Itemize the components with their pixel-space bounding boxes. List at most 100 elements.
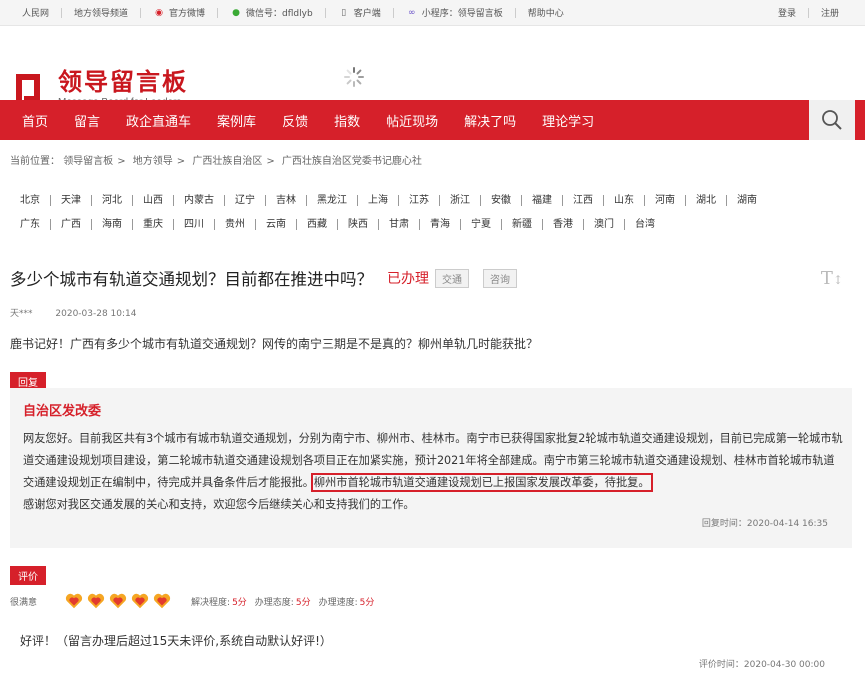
region-link[interactable]: 河北 [92, 194, 133, 206]
region-link[interactable]: 浙江 [440, 194, 481, 206]
link-weibo[interactable]: 官方微博 [169, 6, 205, 19]
link-miniprogram[interactable]: 小程序：领导留言板 [422, 6, 503, 19]
region-link[interactable]: 西藏 [297, 218, 338, 230]
region-link[interactable]: 江西 [563, 194, 604, 206]
region-link[interactable]: 香港 [543, 218, 584, 230]
satisfaction-level: 很满意 [10, 597, 38, 608]
region-link[interactable]: 辽宁 [225, 194, 266, 206]
weibo-icon: ◉ [155, 7, 163, 18]
divider [807, 7, 809, 18]
region-link[interactable]: 台湾 [625, 219, 665, 230]
divider [324, 7, 326, 18]
message-title: 多少个城市有轨道交通规划？目前都在推进中吗？ [10, 270, 373, 289]
region-link[interactable]: 福建 [522, 194, 563, 206]
nav-solved[interactable]: 解决了吗 [442, 111, 516, 130]
region-link[interactable]: 贵州 [215, 218, 256, 230]
reply-time: 回复时间：2020-04-14 16:35 [701, 519, 828, 529]
evaluation-comment: 好评！（留言办理后超过15天未评价,系统自动默认好评!） [20, 634, 332, 648]
region-link[interactable]: 山西 [133, 194, 174, 206]
eval-key: 办理态度: [254, 597, 294, 608]
nav-cases[interactable]: 案例库 [195, 111, 256, 130]
region-link[interactable]: 黑龙江 [307, 194, 358, 206]
header: 领导留言板 Message Board for Leaders [0, 26, 865, 108]
region-link[interactable]: 山东 [604, 194, 645, 206]
breadcrumb-item[interactable]: 领导留言板 [63, 156, 113, 167]
tag-traffic[interactable]: 交通 [435, 268, 469, 288]
heart-icon [109, 593, 127, 609]
nav-index[interactable]: 指数 [312, 111, 360, 130]
status-badge: 已办理 [387, 271, 429, 287]
region-link[interactable]: 重庆 [133, 218, 174, 230]
nav-feedback[interactable]: 反馈 [260, 111, 308, 130]
nav-onsite[interactable]: 帖近现场 [364, 111, 438, 130]
loading-spinner-icon [344, 67, 364, 87]
region-row: 北京 天津 河北 山西 内蒙古 辽宁 吉林 黑龙江 上海 江苏 浙江 安徽 福建 江西 山东 河南 湖北 湖南 [10, 188, 855, 212]
region-link[interactable]: 四川 [174, 218, 215, 230]
heart-icon [65, 593, 83, 609]
breadcrumb-item[interactable]: 地方领导 [133, 156, 173, 167]
link-help[interactable]: 帮助中心 [528, 6, 564, 19]
author: 天*** [10, 309, 33, 319]
register-link[interactable]: 注册 [821, 6, 839, 19]
region-link[interactable]: 甘肃 [379, 218, 420, 230]
eval-value: 5分 [359, 597, 375, 608]
evaluation-time: 评价时间：2020-04-30 00:00 [698, 660, 825, 670]
login-link[interactable]: 登录 [778, 6, 796, 19]
search-icon [822, 110, 842, 130]
region-link[interactable]: 湖北 [686, 194, 727, 206]
region-row: 广东 广西 海南 重庆 四川 贵州 云南 西藏 陕西 甘肃 青海 宁夏 新疆 香港 澳门 台湾 [10, 212, 855, 236]
region-link[interactable]: 河南 [645, 194, 686, 206]
region-link[interactable]: 青海 [420, 218, 461, 230]
link-people[interactable]: 人民网 [22, 6, 49, 19]
font-size-icon[interactable]: T↕ [821, 268, 843, 289]
link-local-leaders[interactable]: 地方领导频道 [74, 6, 128, 19]
region-link[interactable]: 广西 [51, 218, 92, 230]
breadcrumb-prefix: 当前位置： [10, 156, 60, 167]
region-link[interactable]: 江苏 [399, 194, 440, 206]
divider [217, 7, 219, 18]
region-link[interactable]: 内蒙古 [174, 194, 225, 206]
highlighted-text: 柳州市首轮城市轨道交通建设规划已上报国家发展改革委，待批复。 [310, 473, 653, 492]
nav-theory[interactable]: 理论学习 [520, 111, 594, 130]
eval-value: 5分 [295, 597, 311, 608]
region-link[interactable]: 北京 [10, 194, 51, 206]
link-app[interactable]: 客户端 [354, 6, 381, 19]
region-link[interactable]: 陕西 [338, 218, 379, 230]
region-link[interactable]: 广东 [10, 218, 51, 230]
region-link[interactable]: 海南 [92, 218, 133, 230]
region-link[interactable]: 云南 [256, 218, 297, 230]
region-link[interactable]: 安徽 [481, 194, 522, 206]
main-nav: 首页 留言 政企直通车 案例库 反馈 指数 帖近现场 解决了吗 理论学习 [0, 100, 865, 140]
breadcrumb-item[interactable]: 广西壮族自治区 [192, 156, 262, 167]
tag-inquiry[interactable]: 咨询 [483, 268, 517, 288]
nav-direct[interactable]: 政企直通车 [104, 111, 191, 130]
link-wechat[interactable]: 微信号：dfldlyb [246, 6, 313, 19]
eval-value: 5分 [232, 597, 247, 608]
evaluation-label: 评价 [10, 566, 46, 585]
region-link[interactable]: 上海 [358, 194, 399, 206]
message-title-bar: 多少个城市有轨道交通规划？目前都在推进中吗？ 已办理 交通 咨询 [10, 266, 517, 290]
search-button[interactable] [809, 100, 855, 140]
reply-text: 网友您好。目前我区共有3个城市有城市轨道交通规划，分别为南宁市、柳州市、桂林市。… [23, 428, 843, 516]
region-list: 北京 天津 河北 山西 内蒙古 辽宁 吉林 黑龙江 上海 江苏 浙江 安徽 福建 江西 山东 河南 湖北 湖南 广… [10, 188, 855, 236]
region-link[interactable]: 新疆 [502, 218, 543, 230]
phone-icon: ▯ [341, 7, 347, 18]
reply-box: 自治区发改委 网友您好。目前我区共有3个城市有城市轨道交通规划，分别为南宁市、柳… [10, 388, 852, 548]
top-bar: 人民网 地方领导频道 ◉ 官方微博 ● 微信号：dfldlyb ▯ 客户端 ∞ … [0, 0, 865, 26]
eval-key: 办理速度: [318, 597, 358, 608]
heart-icon [153, 593, 171, 609]
post-date: 2020-03-28 10:14 [55, 309, 137, 319]
divider [514, 7, 516, 18]
breadcrumb-item[interactable]: 广西壮族自治区党委书记鹿心社 [282, 156, 422, 167]
region-link[interactable]: 天津 [51, 194, 92, 206]
heart-icon [131, 593, 149, 609]
message-body: 鹿书记好！广西有多少个城市有轨道交通规划？网传的南宁三期是不是真的？柳州单轨几时… [10, 337, 539, 351]
region-link[interactable]: 宁夏 [461, 218, 502, 230]
nav-message[interactable]: 留言 [52, 111, 100, 130]
region-link[interactable]: 吉林 [266, 194, 307, 206]
miniprogram-icon: ∞ [407, 7, 416, 18]
region-link[interactable]: 澳门 [584, 218, 625, 230]
heart-icon [87, 593, 105, 609]
nav-home[interactable]: 首页 [0, 111, 48, 130]
region-link[interactable]: 湖南 [727, 195, 767, 206]
